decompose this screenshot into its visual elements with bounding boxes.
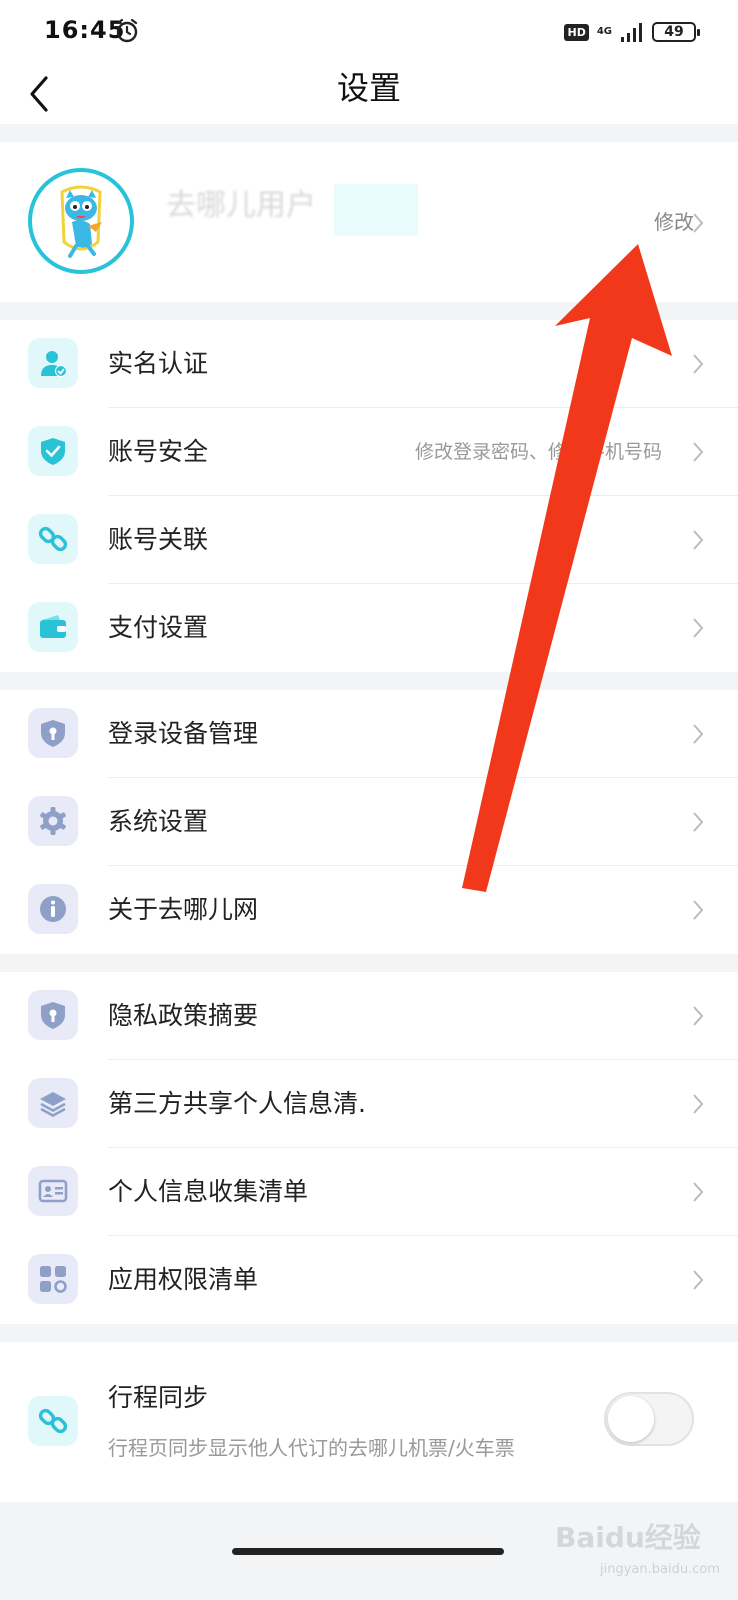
gear-icon — [28, 796, 78, 846]
shield-check-icon — [28, 426, 78, 476]
trip-sync-group: 行程同步 行程页同步显示他人代订的去哪儿机票/火车票 — [0, 1342, 738, 1502]
chevron-right-icon — [693, 1094, 704, 1114]
row-label: 应用权限清单 — [108, 1265, 259, 1294]
row-label: 隐私政策摘要 — [108, 1001, 259, 1030]
home-indicator[interactable] — [232, 1548, 504, 1555]
row-app-permissions[interactable]: 应用权限清单 — [0, 1236, 738, 1324]
chevron-right-icon — [693, 812, 704, 832]
row-label: 账号关联 — [108, 525, 209, 554]
link-icon — [28, 514, 78, 564]
privacy-group: 隐私政策摘要 第三方共享个人信息清. 个人信息收集清单 应用权限清单 — [0, 972, 738, 1324]
id-card-icon — [28, 1166, 78, 1216]
row-label: 系统设置 — [108, 807, 209, 836]
trip-sync-toggle[interactable] — [604, 1392, 694, 1446]
row-device-management[interactable]: 登录设备管理 — [0, 690, 738, 778]
row-third-party-sharing[interactable]: 第三方共享个人信息清. — [0, 1060, 738, 1148]
row-privacy-summary[interactable]: 隐私政策摘要 — [0, 972, 738, 1060]
username-mask — [334, 184, 418, 236]
row-label: 行程同步 — [108, 1383, 209, 1412]
avatar[interactable] — [28, 168, 134, 274]
row-label: 实名认证 — [108, 349, 209, 378]
shield-key-icon — [28, 990, 78, 1040]
toggle-knob — [608, 1396, 654, 1442]
row-real-name-auth[interactable]: 实名认证 — [0, 320, 738, 408]
row-trip-sync: 行程同步 行程页同步显示他人代订的去哪儿机票/火车票 — [0, 1342, 738, 1502]
username: 去哪儿用户 — [166, 188, 316, 223]
row-account-security[interactable]: 账号安全 修改登录密码、修改手机号码 — [0, 408, 738, 496]
row-system-settings[interactable]: 系统设置 — [0, 778, 738, 866]
row-account-link[interactable]: 账号关联 — [0, 496, 738, 584]
row-description: 行程页同步显示他人代订的去哪儿机票/火车票 — [108, 1436, 515, 1460]
wallet-icon — [28, 602, 78, 652]
profile-card[interactable]: 去哪儿用户 修改 — [0, 142, 738, 302]
mascot-icon — [60, 185, 102, 258]
row-label: 关于去哪儿网 — [108, 895, 259, 924]
chevron-right-icon — [693, 1270, 704, 1290]
row-label: 支付设置 — [108, 613, 209, 642]
row-info-collection[interactable]: 个人信息收集清单 — [0, 1148, 738, 1236]
row-label: 登录设备管理 — [108, 719, 259, 748]
info-icon — [28, 884, 78, 934]
layers-icon — [28, 1078, 78, 1128]
row-label: 个人信息收集清单 — [108, 1177, 309, 1206]
page-title: 设置 — [336, 69, 401, 107]
chevron-right-icon — [693, 213, 704, 233]
chevron-right-icon — [693, 724, 704, 744]
system-group: 登录设备管理 系统设置 关于去哪儿网 — [0, 690, 738, 954]
row-label: 第三方共享个人信息清. — [108, 1089, 366, 1118]
row-about[interactable]: 关于去哪儿网 — [0, 866, 738, 954]
network-label: 4G — [596, 26, 612, 37]
chevron-right-icon — [693, 900, 704, 920]
row-payment-settings[interactable]: 支付设置 — [0, 584, 738, 672]
chevron-right-icon — [693, 1006, 704, 1026]
status-bar: 16:45 HD 4G 49 — [0, 0, 738, 64]
chevron-right-icon — [693, 618, 704, 638]
id-check-icon — [28, 338, 78, 388]
battery-indicator: 49 — [652, 22, 700, 42]
link-icon — [28, 1396, 78, 1446]
chevron-right-icon — [693, 354, 704, 374]
watermark-url: jingyan.baidu.com — [600, 1562, 720, 1577]
chevron-right-icon — [693, 442, 704, 462]
chevron-right-icon — [693, 530, 704, 550]
watermark-logo: Baidu经验 — [555, 1521, 701, 1554]
alarm-icon — [116, 18, 138, 43]
shield-key-icon — [28, 708, 78, 758]
chevron-right-icon — [693, 1182, 704, 1202]
signal-icon — [621, 23, 642, 42]
row-subtext: 修改登录密码、修改手机号码 — [414, 441, 662, 463]
account-group: 实名认证 账号安全 修改登录密码、修改手机号码 账号关联 支付设置 — [0, 320, 738, 672]
apps-grid-icon — [28, 1254, 78, 1304]
hd-badge: HD — [564, 23, 589, 41]
title-bar: 设置 — [0, 64, 738, 124]
row-label: 账号安全 — [108, 437, 209, 466]
edit-profile-link[interactable]: 修改 — [654, 206, 694, 235]
